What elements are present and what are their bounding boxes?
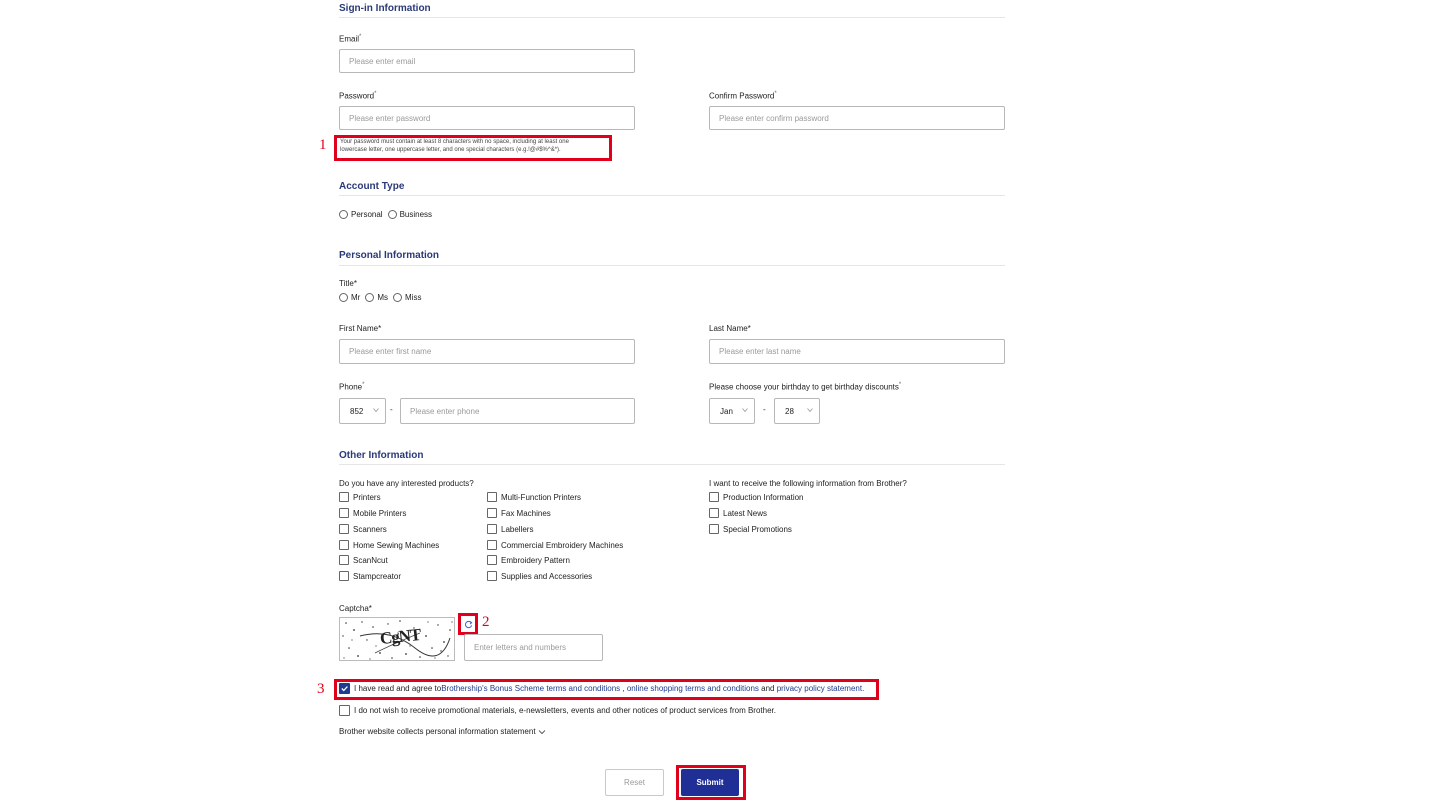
radio-business[interactable]: Business bbox=[387, 210, 432, 219]
checkbox-supplies[interactable]: Supplies and Accessories bbox=[487, 571, 592, 581]
annotation-number-1: 1 bbox=[319, 137, 327, 153]
reset-button[interactable]: Reset bbox=[605, 769, 664, 796]
birthday-label: Please choose your birthday to get birth… bbox=[709, 382, 902, 392]
checkbox-box[interactable] bbox=[339, 492, 349, 502]
chevron-down-icon bbox=[373, 408, 379, 413]
title-group: Mr Ms Miss bbox=[339, 293, 426, 302]
submit-button[interactable]: Submit bbox=[681, 769, 739, 796]
account-type-group: Personal Business bbox=[339, 210, 437, 219]
email-input[interactable] bbox=[339, 49, 635, 73]
checkbox-box[interactable] bbox=[709, 492, 719, 502]
checkbox-scanners[interactable]: Scanners bbox=[339, 524, 387, 534]
section-title-account-type: Account Type bbox=[339, 181, 405, 192]
annotation-box-3 bbox=[334, 679, 879, 700]
radio-mr[interactable]: Mr bbox=[339, 293, 360, 302]
birth-month-select[interactable]: Jan bbox=[709, 398, 755, 424]
no-promo-row: I do not wish to receive promotional mat… bbox=[339, 705, 776, 716]
radio-circle[interactable] bbox=[387, 210, 397, 219]
section-title-other: Other Information bbox=[339, 450, 424, 461]
radio-circle[interactable] bbox=[393, 293, 402, 302]
checkbox-box[interactable] bbox=[487, 508, 497, 518]
checkbox-multi-function[interactable]: Multi-Function Printers bbox=[487, 492, 581, 502]
annotation-number-2: 2 bbox=[482, 614, 490, 630]
checkbox-latest-news[interactable]: Latest News bbox=[709, 508, 767, 518]
phone-label: Phone* bbox=[339, 382, 365, 392]
radio-circle[interactable] bbox=[339, 293, 348, 302]
checkbox-fax[interactable]: Fax Machines bbox=[487, 508, 551, 518]
checkbox-mobile-printers[interactable]: Mobile Printers bbox=[339, 508, 406, 518]
checkbox-box[interactable] bbox=[339, 508, 349, 518]
confirm-password-label: Confirm Password* bbox=[709, 91, 777, 101]
section-title-signin: Sign-in Information bbox=[339, 3, 431, 14]
collects-statement-toggle[interactable]: Brother website collects personal inform… bbox=[339, 727, 546, 736]
section-divider bbox=[339, 265, 1005, 266]
checkbox-printers[interactable]: Printers bbox=[339, 492, 381, 502]
phone-dash: - bbox=[390, 405, 393, 414]
captcha-label: Captcha* bbox=[339, 604, 372, 613]
products-label: Do you have any interested products? bbox=[339, 479, 474, 488]
captcha-input[interactable] bbox=[464, 634, 603, 661]
checkbox-box[interactable] bbox=[339, 524, 349, 534]
confirm-password-input[interactable] bbox=[709, 106, 1005, 130]
checkbox-box[interactable] bbox=[339, 571, 349, 581]
email-label: Email* bbox=[339, 34, 362, 44]
checkbox-scanncut[interactable]: ScanNcut bbox=[339, 555, 388, 565]
title-label: Title* bbox=[339, 279, 357, 288]
checkbox-box[interactable] bbox=[339, 540, 349, 550]
phone-input[interactable] bbox=[400, 398, 635, 424]
annotation-box-2 bbox=[458, 613, 478, 635]
last-name-label: Last Name* bbox=[709, 324, 751, 333]
checkbox-stampcreator[interactable]: Stampcreator bbox=[339, 571, 401, 581]
captcha-text: CgNT bbox=[379, 624, 422, 649]
phone-code-select[interactable]: 852 bbox=[339, 398, 386, 424]
checkbox-embroidery-pattern[interactable]: Embroidery Pattern bbox=[487, 555, 570, 565]
annotation-number-3: 3 bbox=[317, 681, 325, 697]
radio-miss[interactable]: Miss bbox=[393, 293, 421, 302]
password-label: Password* bbox=[339, 91, 377, 101]
checkbox-box[interactable] bbox=[487, 555, 497, 565]
checkbox-special-promotions[interactable]: Special Promotions bbox=[709, 524, 792, 534]
checkbox-home-sewing[interactable]: Home Sewing Machines bbox=[339, 540, 439, 550]
section-divider bbox=[339, 464, 1005, 465]
radio-circle[interactable] bbox=[365, 293, 375, 302]
checkbox-box[interactable] bbox=[487, 492, 497, 502]
birth-day-select[interactable]: 28 bbox=[774, 398, 820, 424]
radio-personal[interactable]: Personal bbox=[339, 210, 383, 219]
chevron-down-icon bbox=[742, 408, 748, 413]
section-divider bbox=[339, 17, 1005, 18]
checkbox-box[interactable] bbox=[487, 524, 497, 534]
chevron-down-icon bbox=[807, 408, 813, 413]
checkbox-box[interactable] bbox=[709, 508, 719, 518]
checkbox-box[interactable] bbox=[709, 524, 719, 534]
info-label: I want to receive the following informat… bbox=[709, 479, 907, 488]
section-title-personal: Personal Information bbox=[339, 250, 440, 261]
chevron-down-icon bbox=[538, 729, 545, 734]
password-input[interactable] bbox=[339, 106, 635, 130]
no-promo-checkbox[interactable] bbox=[339, 705, 350, 716]
last-name-input[interactable] bbox=[709, 339, 1005, 364]
section-divider bbox=[339, 195, 1005, 196]
annotation-box-1 bbox=[334, 135, 612, 161]
first-name-input[interactable] bbox=[339, 339, 635, 364]
checkbox-box[interactable] bbox=[487, 540, 497, 550]
checkbox-labellers[interactable]: Labellers bbox=[487, 524, 533, 534]
checkbox-box[interactable] bbox=[487, 571, 497, 581]
birthday-dash: - bbox=[763, 405, 766, 414]
captcha-image: CgNT bbox=[339, 617, 455, 661]
checkbox-commercial-embroidery[interactable]: Commercial Embroidery Machines bbox=[487, 540, 623, 550]
first-name-label: First Name* bbox=[339, 324, 382, 333]
radio-ms[interactable]: Ms bbox=[365, 293, 388, 302]
radio-circle[interactable] bbox=[339, 210, 348, 219]
checkbox-box[interactable] bbox=[339, 555, 349, 565]
checkbox-production-info[interactable]: Production Information bbox=[709, 492, 804, 502]
